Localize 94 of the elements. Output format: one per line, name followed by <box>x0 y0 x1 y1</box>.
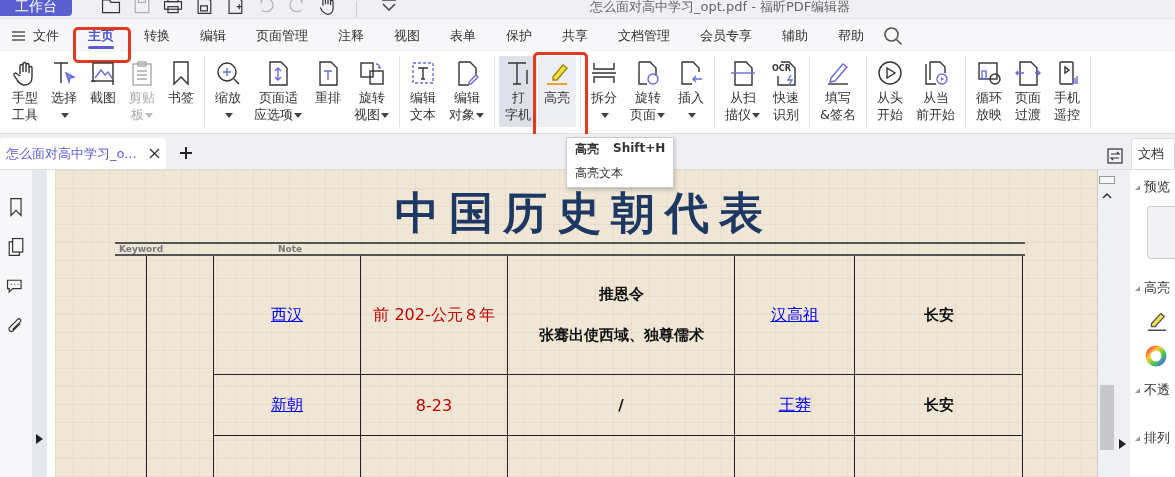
insert-page-icon <box>678 60 704 86</box>
scroll-up-button[interactable] <box>1101 192 1112 199</box>
tooltip-title: 高亮 <box>575 141 599 158</box>
document-tab[interactable]: 怎么面对高中学习_o... <box>0 138 166 169</box>
section-label: 不透 <box>1144 381 1170 399</box>
ribbon-tool-button[interactable]: 页面 过渡 <box>1009 56 1048 127</box>
header-label: Note <box>277 244 304 255</box>
ribbon-tool-button[interactable]: 编辑 文本 <box>404 56 442 127</box>
folder-button[interactable] <box>100 0 122 16</box>
ribbon-tool-button[interactable]: 重排 <box>309 56 347 127</box>
section-label: 高亮 <box>1144 279 1170 297</box>
clipboard-icon <box>129 60 155 86</box>
table-link[interactable]: 王莽 <box>778 394 811 416</box>
play-page-icon <box>922 60 949 86</box>
menu-tab[interactable]: 会员专享 <box>685 18 767 53</box>
folder-icon <box>100 0 122 16</box>
window-title: 怎么面对高中学习_opt.pdf - 福昕PDF编辑器 <box>590 0 851 16</box>
ribbon-tool-button[interactable]: 循环 放映 <box>970 56 1009 127</box>
rotate-view-icon <box>358 60 385 86</box>
ribbon-tool-button[interactable]: 手型 工具 <box>6 56 44 127</box>
ribbon-tool-button[interactable]: 页面适 应选项 <box>248 56 308 127</box>
table-cell-text: / <box>618 396 624 415</box>
ribbon-tool-button[interactable]: 选择 <box>45 56 83 127</box>
file-menu-label: 文件 <box>33 26 59 45</box>
shortcut-text: Shift+H <box>613 141 666 157</box>
table-cell-text: 长安 <box>923 305 954 325</box>
print-icon <box>162 0 184 16</box>
header-label: Keyword <box>118 244 165 255</box>
image-crop-icon <box>90 60 116 86</box>
chevron-down-icon <box>380 0 398 11</box>
table-cell-text: 前 202-公元８年 <box>373 304 495 326</box>
menu-tab[interactable]: 主页 <box>73 18 129 53</box>
ribbon-tool-button[interactable]: 插入 <box>672 56 710 127</box>
scrollbar-thumb[interactable] <box>1099 385 1114 450</box>
customize-button[interactable] <box>380 0 398 11</box>
tooltip-description: 高亮文本 <box>575 165 624 182</box>
edit-text-icon <box>410 60 436 86</box>
document-title: 中国历史朝代表 <box>395 190 773 237</box>
menu-tab[interactable]: 注释 <box>323 18 379 53</box>
ribbon-tool-button[interactable]: 从扫 描仪 <box>719 56 766 127</box>
scan-icon <box>729 60 756 86</box>
ribbon-tool-button[interactable]: 拆分 <box>585 56 623 127</box>
chevron-up-icon <box>1101 192 1112 199</box>
menu-tab[interactable]: 共享 <box>547 18 603 53</box>
menu-tab[interactable]: 视图 <box>379 18 435 53</box>
ribbon-tool-button[interactable]: 编辑 对象 <box>443 56 490 127</box>
panel-tab[interactable]: 文档 <box>1131 138 1175 169</box>
menu-tab[interactable]: 帮助 <box>823 18 879 53</box>
close-icon[interactable] <box>148 148 160 159</box>
document-tab-label: 怎么面对高中学习_o... <box>6 144 137 163</box>
menu-tab[interactable]: 页面管理 <box>241 18 323 53</box>
menu-tab[interactable]: 文档管理 <box>603 18 685 53</box>
search-icon[interactable] <box>883 25 903 46</box>
plus-icon <box>179 147 192 159</box>
ribbon-tool-button[interactable]: 填写 &签名 <box>814 56 863 127</box>
menu-icon <box>12 30 25 41</box>
swap-panel-button[interactable] <box>1107 148 1123 164</box>
table-link[interactable]: 汉高祖 <box>770 304 819 326</box>
ribbon-tool-button[interactable]: 从头 开始 <box>871 56 910 127</box>
menu-tab[interactable]: 辅助 <box>767 18 823 53</box>
split-icon <box>591 60 617 86</box>
menu-tab[interactable]: 编辑 <box>185 18 241 53</box>
swap-icon <box>1107 148 1123 164</box>
color-wheel-icon[interactable] <box>1145 345 1167 367</box>
zoom-in-icon <box>215 60 241 86</box>
typewriter-icon <box>505 60 531 86</box>
print-button[interactable] <box>162 0 184 16</box>
ribbon-tool-button[interactable]: 书签 <box>162 56 200 127</box>
menu-tab[interactable]: 表单 <box>435 18 491 53</box>
table-cell-text: 长安 <box>923 395 954 415</box>
file-menu[interactable]: 文件 <box>12 26 73 45</box>
menu-tab[interactable]: 转换 <box>129 18 185 53</box>
play-icon <box>877 60 904 86</box>
section-label: 排列 <box>1144 429 1170 447</box>
ribbon-tool-button[interactable]: 旋转 视图 <box>348 56 395 127</box>
table-cell-text: 张骞出使西域、独尊儒术 <box>538 326 704 346</box>
section-label: 预览 <box>1144 178 1170 196</box>
table-cell-text: 8-23 <box>415 395 453 415</box>
expand-arrow-icon[interactable] <box>36 434 43 444</box>
loop-slides-icon <box>976 60 1003 86</box>
table-link[interactable]: 西汉 <box>271 304 303 326</box>
ribbon-tool-button[interactable]: 缩放 <box>209 56 247 127</box>
ribbon-tool-button[interactable]: 截图 <box>84 56 122 127</box>
page-transition-icon <box>1015 60 1042 86</box>
ribbon-tool-button[interactable]: 高亮 <box>538 56 576 127</box>
text-cursor-icon <box>51 60 77 86</box>
ribbon-tool-button[interactable]: 手机 遥控 <box>1048 56 1087 127</box>
table-cell-text: 推恩令 <box>598 285 644 305</box>
workbench-button[interactable]: 工作台 <box>0 0 72 16</box>
ribbon-tool-button[interactable]: 从当 前开始 <box>910 56 962 127</box>
ribbon-tool-button[interactable]: OCR 快速 识别 <box>767 56 805 127</box>
ribbon-tool-button[interactable]: 旋转 页面 <box>624 56 671 127</box>
menu-tab[interactable]: 保护 <box>491 18 547 53</box>
table-link[interactable]: 新朝 <box>271 394 303 416</box>
